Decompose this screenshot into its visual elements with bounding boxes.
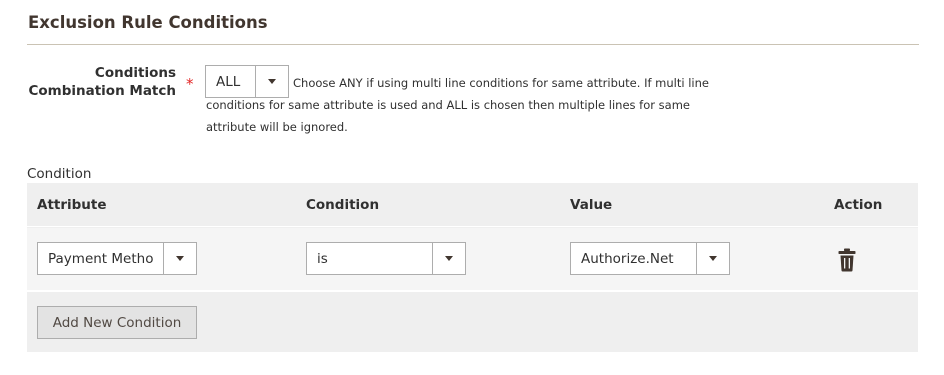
column-header-condition: Condition	[306, 197, 380, 213]
attribute-select[interactable]: Payment Metho	[37, 242, 197, 275]
section-divider	[27, 44, 919, 45]
chevron-down-icon	[709, 256, 717, 261]
trash-icon[interactable]	[837, 248, 857, 272]
attribute-select-value: Payment Metho	[48, 250, 154, 267]
dropdown-toggle[interactable]	[432, 243, 465, 274]
grid-footer: Add New Condition	[27, 294, 918, 352]
combination-match-label: Conditions Combination Match	[16, 64, 176, 100]
column-header-attribute: Attribute	[37, 197, 107, 213]
grid-header: Attribute Condition Value Action	[27, 183, 918, 227]
combination-match-select[interactable]: ALL	[205, 65, 289, 98]
value-select[interactable]: Authorize.Net	[570, 242, 730, 275]
add-new-condition-button[interactable]: Add New Condition	[37, 306, 197, 339]
section-title: Exclusion Rule Conditions	[28, 13, 268, 32]
condition-grid: Attribute Condition Value Action Payment…	[27, 183, 918, 352]
combination-match-label-line2: Combination Match	[28, 83, 176, 99]
condition-grid-caption: Condition	[27, 166, 92, 182]
dropdown-toggle[interactable]	[696, 243, 729, 274]
chevron-down-icon	[176, 256, 184, 261]
value-select-value: Authorize.Net	[581, 250, 674, 267]
condition-select-value: is	[317, 250, 328, 267]
column-header-action: Action	[834, 197, 883, 213]
chevron-down-icon	[268, 79, 276, 84]
chevron-down-icon	[445, 256, 453, 261]
combination-match-label-line1: Conditions	[94, 65, 176, 81]
required-indicator: *	[186, 75, 194, 93]
table-row: Payment Metho is Authorize.Net	[27, 228, 918, 292]
dropdown-toggle[interactable]	[163, 243, 196, 274]
combination-match-value: ALL	[216, 73, 241, 90]
dropdown-toggle[interactable]	[255, 66, 288, 97]
column-header-value: Value	[570, 197, 613, 213]
condition-select[interactable]: is	[306, 242, 466, 275]
